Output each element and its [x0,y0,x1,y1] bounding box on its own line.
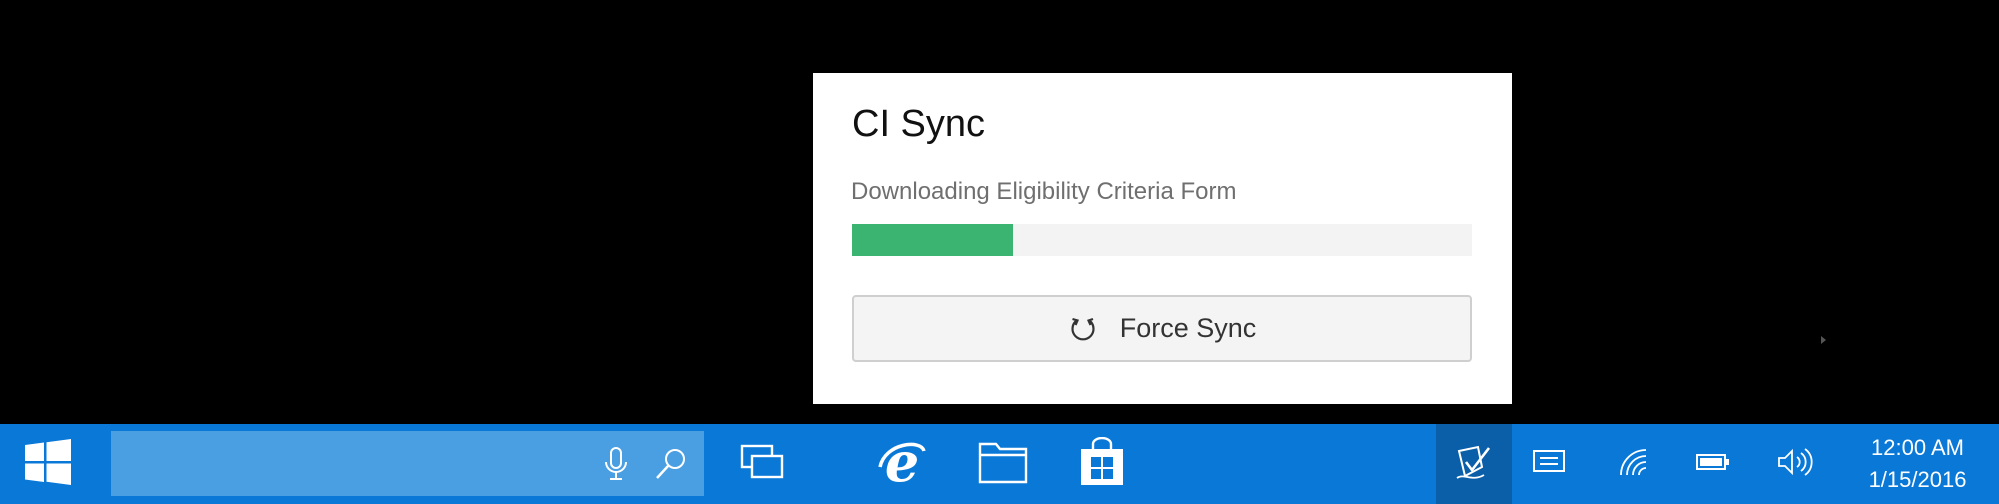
desktop: CI Sync Downloading Eligibility Criteria… [0,0,1999,424]
wifi-icon [1618,447,1648,482]
message-icon [1532,448,1566,481]
windows-logo-icon [24,438,72,491]
taskbar-store[interactable] [1054,424,1150,504]
search-input[interactable] [111,431,571,496]
signature-check-icon [1454,442,1494,487]
clock-time: 12:00 AM [1871,435,1964,460]
taskbar-edge[interactable]: e [854,424,950,504]
small-arrow-icon [1821,336,1826,344]
clock-date: 1/15/2016 [1868,467,1967,492]
store-bag-icon [1079,436,1125,492]
sync-status-text: Downloading Eligibility Criteria Form [851,178,1237,205]
tray-battery[interactable] [1678,424,1748,504]
taskbar-clock[interactable]: 12:00 AM 1/15/2016 [1836,424,1999,504]
battery-icon [1695,452,1731,477]
taskbar-file-explorer[interactable] [955,424,1051,504]
speaker-icon [1777,447,1813,482]
sync-flyout: CI Sync Downloading Eligibility Criteria… [813,73,1512,404]
tray-wifi[interactable] [1598,424,1668,504]
start-button[interactable] [0,424,96,504]
force-sync-button[interactable]: Force Sync [852,295,1472,362]
folder-icon [978,440,1028,489]
microphone-icon[interactable] [586,424,646,504]
tray-notifications[interactable] [1514,424,1584,504]
tray-volume[interactable] [1760,424,1830,504]
task-view-button[interactable] [715,424,811,504]
sync-progress-fill [852,224,1014,256]
sync-progress-bar [852,224,1472,256]
flyout-title: CI Sync [852,103,986,145]
internet-explorer-icon: e [877,430,927,494]
task-view-icon [740,442,786,487]
force-sync-label: Force Sync [1119,313,1257,343]
taskbar: e 12:00 AM 1/15/2016 [0,424,1999,504]
search-icon[interactable] [641,424,701,504]
search-box [111,431,704,496]
tray-ci-sync[interactable] [1436,424,1512,504]
refresh-icon [1068,314,1098,344]
